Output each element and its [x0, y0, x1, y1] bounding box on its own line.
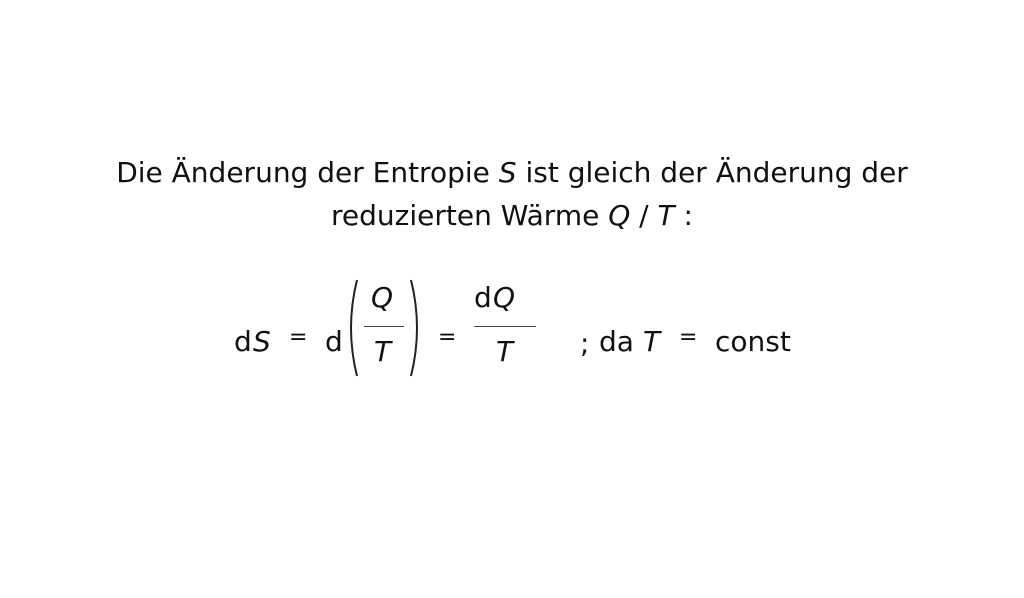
fraction-line: [364, 326, 404, 327]
equals-sign: =: [438, 325, 457, 350]
heat-symbol: Q: [608, 199, 631, 232]
entropy-symbol: S: [253, 325, 271, 358]
slash: /: [630, 199, 658, 232]
fraction-numerator: Q: [371, 281, 394, 314]
equals-sign: =: [289, 325, 308, 350]
fraction-denominator: T: [374, 335, 392, 368]
colon: :: [674, 199, 693, 232]
fraction-line: [474, 326, 536, 327]
intro-line-1: Die Änderung der Entropie S ist gleich d…: [0, 151, 1024, 194]
temperature-symbol: T: [657, 199, 675, 232]
formula: d S = d Q T = d Q T ; da T = const: [0, 275, 1024, 385]
intro-text: Die Änderung der Entropie S ist gleich d…: [0, 151, 1024, 237]
temperature-symbol: T: [643, 325, 661, 358]
const-word: const: [715, 325, 791, 358]
intro-line-2: reduzierten Wärme Q / T :: [0, 194, 1024, 237]
differential-d: d: [325, 325, 343, 358]
right-paren: [410, 279, 418, 377]
semicolon: ;: [580, 327, 590, 360]
fraction-denominator: T: [496, 335, 514, 368]
left-paren: [350, 279, 358, 377]
da-word: da: [599, 325, 634, 358]
equals-sign: =: [679, 325, 698, 350]
intro-text-part: ist gleich der Änderung der: [516, 156, 908, 189]
fraction-numerator-var: Q: [493, 281, 516, 314]
entropy-symbol: S: [498, 156, 517, 189]
differential-d: d: [234, 325, 252, 358]
fraction-numerator-d: d: [474, 281, 492, 314]
intro-text-part: Die Änderung der Entropie: [116, 156, 499, 189]
intro-text-part: reduzierten Wärme: [331, 199, 609, 232]
